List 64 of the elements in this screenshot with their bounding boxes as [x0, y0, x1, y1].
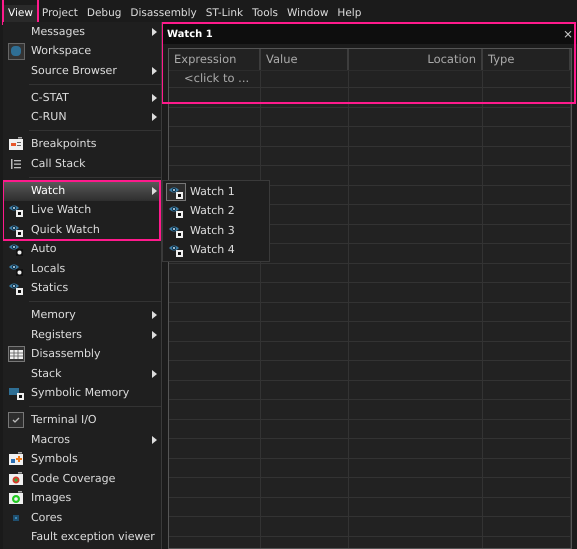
eye-icon: [8, 262, 24, 276]
submenu-item[interactable]: Watch 2: [163, 202, 269, 221]
menubar-item[interactable]: Tools: [248, 4, 282, 23]
menu-item[interactable]: C-RUN: [3, 108, 161, 127]
eye-icon: [8, 203, 24, 218]
window-icon: [8, 491, 24, 506]
column-header[interactable]: Expression: [169, 49, 261, 70]
window-icon: [8, 137, 24, 152]
menubar-item[interactable]: Project: [38, 4, 82, 23]
menu-item[interactable]: Call Stack: [3, 154, 161, 174]
menu-item[interactable]: Macros: [3, 430, 161, 450]
checkbox[interactable]: [8, 412, 24, 428]
menu-item[interactable]: Quick Watch: [3, 220, 161, 240]
menubar-item[interactable]: Window: [283, 4, 332, 23]
menu-item[interactable]: Messages: [3, 22, 161, 42]
menu-item[interactable]: Code Coverage: [3, 469, 161, 488]
table-cell[interactable]: <click to ...: [169, 70, 250, 88]
column-header[interactable]: Type: [483, 49, 571, 70]
grid-icon: [8, 346, 24, 362]
menu-item[interactable]: Terminal I/O: [3, 410, 161, 430]
menu-item[interactable]: Locals: [3, 259, 161, 278]
submenu-item[interactable]: Watch 3: [163, 221, 269, 240]
list-icon: [10, 158, 22, 170]
menu-item[interactable]: Statics: [3, 278, 161, 298]
eye-icon: [168, 243, 184, 258]
menu-item[interactable]: Symbolic Memory: [3, 384, 161, 403]
menu-item[interactable]: Watch: [3, 181, 161, 200]
menu-item[interactable]: Source Browser: [3, 61, 161, 80]
menu-item[interactable]: C-STAT: [3, 88, 161, 108]
column-header[interactable]: Value: [261, 49, 349, 70]
menu-item[interactable]: Disassembly: [3, 344, 161, 364]
panel-title: Watch 1: [167, 28, 214, 42]
workspace-icon: [8, 42, 24, 60]
menu-item[interactable]: Registers: [3, 325, 161, 344]
menubar-item[interactable]: View: [4, 4, 37, 23]
close-button[interactable]: ×: [562, 28, 573, 40]
core-icon: [10, 512, 22, 523]
eye-icon: [168, 204, 184, 218]
menu-item[interactable]: Stack: [3, 364, 161, 384]
menu-item[interactable]: Memory: [3, 306, 161, 325]
menu-item[interactable]: Workspace: [3, 42, 161, 61]
menu-item[interactable]: Fault exception viewer: [3, 528, 161, 547]
eye-icon: [8, 222, 24, 237]
menubar-item[interactable]: Debug: [82, 4, 126, 23]
menu-item[interactable]: Breakpoints: [3, 134, 161, 154]
chip-icon: [8, 386, 24, 400]
window-icon: [8, 472, 24, 486]
column-header[interactable]: Location: [349, 49, 483, 70]
menubar-item[interactable]: Help: [333, 4, 366, 23]
submenu-item[interactable]: Watch 1: [163, 182, 269, 202]
eye-icon: [168, 184, 184, 199]
window-icon: [8, 452, 24, 466]
menubar-item[interactable]: ST-Link: [202, 4, 248, 23]
eye-icon: [168, 224, 184, 238]
menu-item[interactable]: Symbols: [3, 450, 161, 469]
menu-item[interactable]: Live Watch: [3, 200, 161, 220]
menu-item[interactable]: Images: [3, 488, 161, 508]
menubar-item[interactable]: Disassembly: [126, 4, 201, 23]
eye-icon: [8, 242, 24, 256]
eye-icon: [8, 281, 24, 296]
menu-item[interactable]: Auto: [3, 240, 161, 259]
submenu-item[interactable]: Watch 4: [163, 240, 269, 260]
check-icon: [11, 415, 21, 426]
menu-item[interactable]: Cores: [3, 508, 161, 528]
